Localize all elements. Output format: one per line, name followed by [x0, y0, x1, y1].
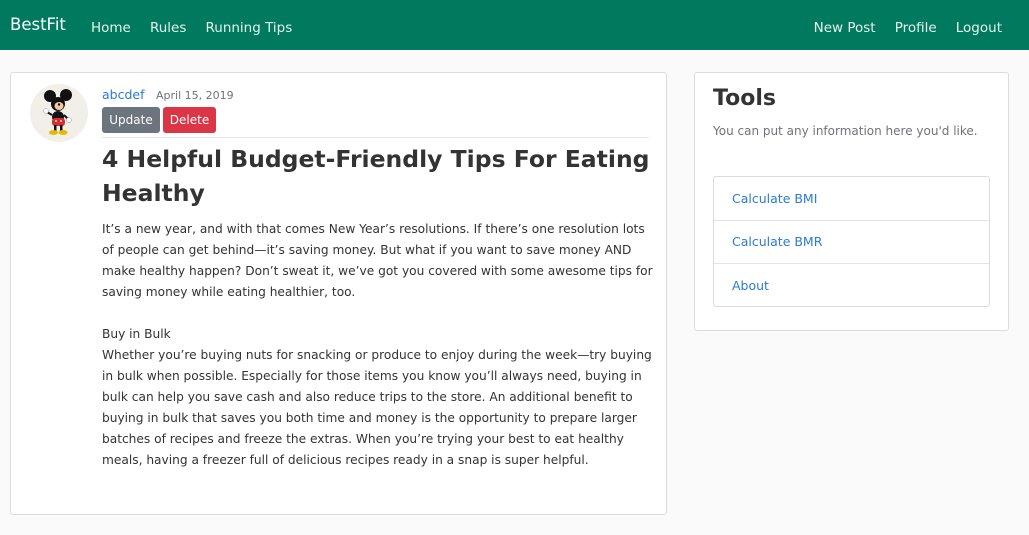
post-intro-paragraph: It’s a new year, and with that comes New…: [102, 222, 653, 299]
nav-link-logout[interactable]: Logout: [956, 19, 1002, 37]
divider: [102, 137, 649, 138]
avatar[interactable]: [30, 84, 88, 142]
tools-item-calculate-bmr[interactable]: Calculate BMR: [714, 221, 989, 264]
post-author-link[interactable]: abcdef: [102, 87, 145, 103]
section-heading: Buy in Bulk: [102, 327, 171, 341]
post-title: 4 Helpful Budget-Friendly Tips For Eatin…: [102, 145, 650, 207]
delete-button[interactable]: Delete: [163, 107, 216, 133]
nav-link-home[interactable]: Home: [91, 19, 131, 37]
post-card: abcdef April 15, 2019 Update Delete 4 He…: [10, 72, 667, 515]
post-date: April 15, 2019: [156, 89, 234, 102]
tools-sidebar: Tools You can put any information here y…: [694, 72, 1009, 331]
nav-link-new-post[interactable]: New Post: [814, 19, 876, 37]
tools-list: Calculate BMI Calculate BMR About: [713, 176, 990, 307]
update-button[interactable]: Update: [102, 107, 160, 133]
tools-item-calculate-bmi[interactable]: Calculate BMI: [714, 177, 989, 221]
nav-link-running-tips[interactable]: Running Tips: [205, 19, 292, 37]
mickey-mouse-icon: [43, 89, 72, 135]
top-navbar: BestFit Home Rules Running Tips New Post…: [0, 0, 1029, 50]
section-paragraph: Whether you’re buying nuts for snacking …: [102, 348, 652, 467]
brand-logo[interactable]: BestFit: [10, 14, 66, 36]
nav-right-group: New Post Profile Logout: [800, 17, 1002, 37]
nav-left-group: Home Rules Running Tips: [91, 17, 306, 37]
nav-link-rules[interactable]: Rules: [150, 19, 186, 37]
nav-link-profile[interactable]: Profile: [895, 19, 937, 37]
tools-title: Tools: [713, 86, 776, 111]
tools-item-about[interactable]: About: [714, 264, 989, 308]
tools-description: You can put any information here you'd l…: [713, 124, 978, 138]
post-content: It’s a new year, and with that comes New…: [102, 219, 654, 471]
